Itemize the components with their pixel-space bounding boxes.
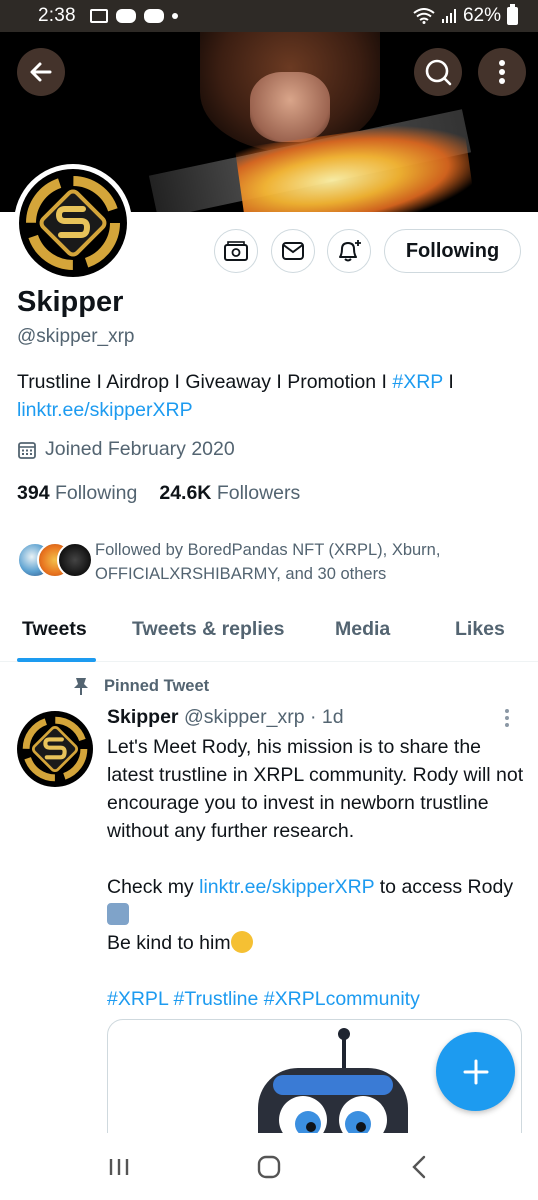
- skipper-logo-icon: [22, 716, 88, 782]
- followed-by-avatars: [17, 542, 93, 582]
- status-right: 62%: [413, 4, 518, 27]
- pin-icon: [74, 678, 88, 695]
- home-button[interactable]: [257, 1155, 281, 1184]
- battery-percent: 62%: [462, 5, 501, 26]
- message-button[interactable]: [271, 229, 315, 273]
- followers-count: 24.6K: [159, 482, 212, 504]
- profile-bio: Trustline I Airdrop I Giveaway I Promoti…: [17, 368, 522, 424]
- avatar: [57, 542, 93, 578]
- status-bar: 2:38 62%: [0, 0, 538, 32]
- banner-art-face: [250, 72, 330, 142]
- back-nav-button[interactable]: [411, 1155, 427, 1184]
- envelope-icon: [282, 242, 304, 260]
- home-icon: [257, 1155, 281, 1179]
- follow-counts: 394 Following 24.6K Followers: [17, 482, 300, 505]
- followed-by-text: Followed by BoredPandas NFT (XRPL), Xbur…: [95, 541, 441, 583]
- compose-tweet-button[interactable]: [436, 1032, 515, 1111]
- followers-count-link[interactable]: 24.6K Followers: [159, 482, 300, 505]
- notifications-button[interactable]: [327, 229, 371, 273]
- pinned-label: Pinned Tweet: [72, 676, 209, 696]
- recent-apps-icon: [109, 1159, 129, 1175]
- profile-avatar[interactable]: [14, 164, 132, 282]
- profile-handle: @skipper_xrp: [17, 326, 135, 347]
- tip-button[interactable]: [214, 229, 258, 273]
- recent-apps-button[interactable]: [108, 1157, 130, 1182]
- tab-tweets[interactable]: Tweets: [22, 618, 87, 641]
- tab-media[interactable]: Media: [335, 618, 390, 641]
- battery-icon: [507, 4, 518, 25]
- wifi-icon: [413, 8, 435, 24]
- tweet-kind: Be kind to him: [107, 932, 231, 954]
- avatar-logo: [19, 169, 127, 277]
- game-controller-icon: [115, 9, 136, 23]
- bio-separator: I: [442, 371, 454, 393]
- status-time: 2:38: [38, 5, 76, 26]
- bell-plus-icon: [339, 240, 361, 262]
- following-count-link[interactable]: 394 Following: [17, 482, 137, 505]
- search-button[interactable]: [414, 48, 462, 96]
- bio-text: Trustline I Airdrop I Giveaway I Promoti…: [17, 371, 393, 393]
- robot-emoji-icon: [107, 903, 129, 925]
- skipper-logo-icon: [26, 176, 120, 270]
- followed-by[interactable]: Followed by BoredPandas NFT (XRPL), Xbur…: [17, 538, 515, 586]
- active-tab-indicator: [17, 658, 96, 662]
- plus-icon: [463, 1059, 488, 1084]
- winking-face-emoji-icon: [230, 931, 253, 953]
- calendar-icon: [18, 441, 36, 459]
- tweet-check-prefix: Check my: [107, 876, 200, 898]
- search-icon: [425, 59, 452, 86]
- tweet-author-handle[interactable]: @skipper_xrp: [184, 706, 305, 728]
- joined-text: Joined February 2020: [45, 438, 235, 460]
- dot-icon: [171, 13, 178, 19]
- following-button[interactable]: Following: [384, 229, 521, 273]
- chevron-left-icon: [412, 1155, 426, 1179]
- joined-date: Joined February 2020: [17, 438, 235, 461]
- back-button[interactable]: [17, 48, 65, 96]
- bio-hashtag[interactable]: #XRP: [392, 371, 443, 393]
- arrow-left-icon: [30, 62, 52, 82]
- system-nav-bar: [0, 1133, 538, 1200]
- more-options-button[interactable]: [478, 48, 526, 96]
- more-vertical-icon: [499, 60, 505, 84]
- following-count: 394: [17, 482, 50, 504]
- notification-icons: [89, 9, 178, 23]
- tab-likes[interactable]: Likes: [455, 618, 505, 641]
- bio-link[interactable]: linktr.ee/skipperXRP: [17, 399, 193, 421]
- tweet-text: Let's Meet Rody, his mission is to share…: [107, 733, 527, 1013]
- tweet-link[interactable]: linktr.ee/skipperXRP: [199, 876, 374, 898]
- tweet-hashtags[interactable]: #XRPL #Trustline #XRPLcommunity: [107, 988, 420, 1010]
- followers-label: Followers: [216, 482, 301, 504]
- profile-name: Skipper: [17, 286, 124, 318]
- profile-tabs: Tweets Tweets & replies Media Likes: [0, 604, 538, 662]
- tip-jar-icon: [224, 241, 248, 261]
- tweet-more-button[interactable]: [504, 708, 510, 733]
- pinned-text: Pinned Tweet: [104, 676, 210, 695]
- game-controller-icon: [143, 9, 164, 23]
- following-label: Following: [54, 482, 138, 504]
- tab-tweets-and-replies[interactable]: Tweets & replies: [132, 618, 284, 641]
- tweet-time: · 1d: [309, 706, 344, 728]
- tweet-check-suffix: to access Rody: [374, 876, 514, 898]
- signal-icon: [441, 9, 456, 23]
- tweet-header: Skipper @skipper_xrp · 1d: [107, 706, 344, 729]
- tweet-author-name[interactable]: Skipper: [107, 706, 179, 728]
- gallery-icon: [89, 9, 108, 23]
- tweet-paragraph: Let's Meet Rody, his mission is to share…: [107, 736, 529, 842]
- more-vertical-icon: [505, 709, 509, 727]
- tweet-avatar[interactable]: [17, 711, 93, 787]
